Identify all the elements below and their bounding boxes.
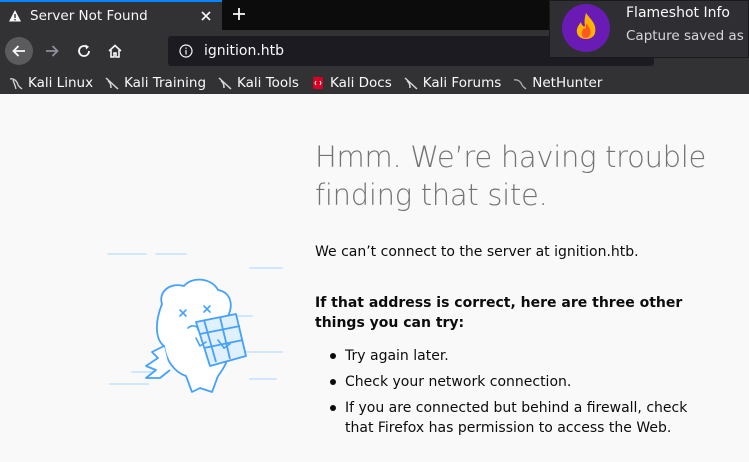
- new-tab-button[interactable]: [228, 3, 250, 25]
- close-tab-icon[interactable]: [196, 6, 216, 26]
- kali-dragon-icon: [104, 75, 120, 91]
- flameshot-notification[interactable]: Flameshot Info Capture saved as .p: [549, 0, 749, 58]
- kali-dragon-icon: [8, 75, 24, 91]
- url-text: ignition.htb: [204, 43, 285, 59]
- home-button[interactable]: [101, 37, 129, 65]
- notification-body: Capture saved as .p: [626, 28, 749, 44]
- notification-title: Flameshot Info: [626, 5, 730, 21]
- bookmark-kali-tools[interactable]: Kali Tools: [217, 75, 299, 91]
- plus-icon: [233, 8, 245, 20]
- info-icon[interactable]: [178, 43, 194, 59]
- reload-button[interactable]: [70, 37, 98, 65]
- error-page: Hmm. We’re having trouble finding that s…: [0, 94, 749, 462]
- tab-title: Server Not Found: [30, 8, 148, 24]
- home-icon: [108, 44, 122, 58]
- kali-dragon-icon: [403, 75, 419, 91]
- bookmark-kali-linux[interactable]: Kali Linux: [8, 75, 93, 91]
- flameshot-logo-icon: [562, 4, 610, 52]
- error-heading: Hmm. We’re having trouble finding that s…: [315, 140, 707, 212]
- error-subheading: If that address is correct, here are thr…: [315, 295, 683, 331]
- bookmark-kali-docs[interactable]: Kali Docs: [310, 75, 392, 91]
- list-item: Try again later.: [330, 346, 710, 366]
- bookmark-nethunter[interactable]: NetHunter: [512, 75, 602, 91]
- tab-server-not-found[interactable]: Server Not Found: [0, 0, 222, 30]
- lost-dinosaur-illustration: [107, 253, 283, 393]
- error-tips-list: Try again later. Check your network conn…: [330, 346, 710, 444]
- arrow-right-icon: [46, 45, 59, 57]
- kali-docs-icon: [310, 75, 326, 91]
- bookmark-kali-forums[interactable]: Kali Forums: [403, 75, 501, 91]
- error-lead: We can’t connect to the server at igniti…: [315, 244, 639, 260]
- warning-icon: [8, 9, 22, 23]
- reload-icon: [78, 44, 90, 57]
- list-item: If you are connected but behind a firewa…: [330, 398, 710, 438]
- bookmark-kali-training[interactable]: Kali Training: [104, 75, 206, 91]
- arrow-left-icon: [12, 45, 25, 57]
- nethunter-icon: [512, 75, 528, 91]
- list-item: Check your network connection.: [330, 372, 710, 392]
- back-button[interactable]: [5, 37, 33, 65]
- forward-button[interactable]: [38, 37, 66, 65]
- kali-dragon-icon: [217, 75, 233, 91]
- bookmarks-toolbar: Kali Linux Kali Training Kali Tools Kali…: [0, 72, 749, 94]
